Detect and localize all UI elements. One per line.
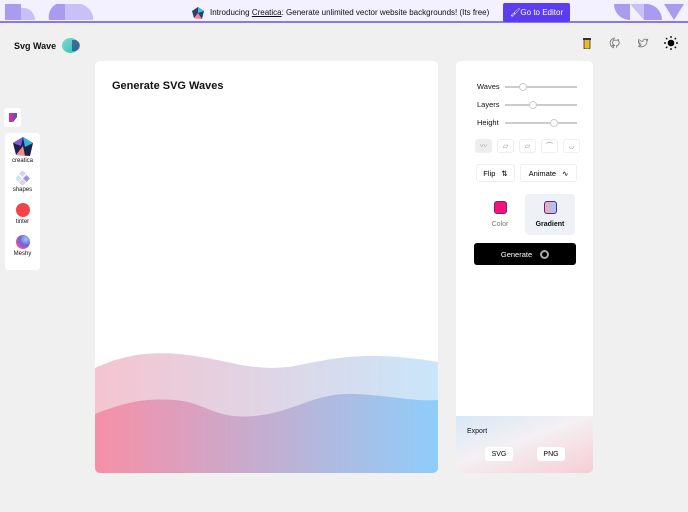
go-to-editor-button[interactable]: 🖌Go to Editor — [503, 3, 571, 22]
generate-icon — [540, 249, 550, 259]
shapes-icon — [15, 171, 30, 185]
decorative-shapes-left — [5, 4, 93, 20]
export-svg-button[interactable]: SVG — [485, 447, 513, 461]
tinter-icon — [15, 203, 30, 217]
app-logo-icon — [62, 38, 81, 53]
export-title: Export — [467, 428, 488, 435]
shape-arch-icon[interactable]: ⌒ — [541, 139, 558, 153]
app-title: Svg Wave — [14, 40, 57, 51]
buy-me-coffee-icon[interactable] — [580, 36, 594, 50]
gradient-mode-button[interactable]: Gradient — [525, 194, 575, 235]
generate-button[interactable]: Generate — [474, 243, 576, 265]
header-actions — [580, 36, 678, 50]
shape-bowl-icon[interactable]: ◡ — [563, 139, 580, 153]
twitter-icon[interactable] — [636, 36, 650, 50]
banner-text: : Generate unlimited vector website back… — [281, 8, 490, 17]
shape-wave-icon[interactable]: 〰 — [475, 139, 492, 153]
slider-thumb[interactable] — [519, 82, 528, 91]
sidebar-item-meshy[interactable]: Meshy — [5, 235, 40, 257]
export-png-button[interactable]: PNG — [537, 447, 565, 461]
flip-button[interactable]: Flip ⇅ — [476, 164, 515, 182]
theme-toggle-icon[interactable] — [664, 36, 678, 50]
sidebar-item-tinter[interactable]: tinter — [5, 203, 40, 225]
banner-intro: Introducing — [210, 8, 252, 17]
shape-skew-right-icon[interactable]: ⏥ — [519, 139, 536, 153]
controls-panel: Waves Layers Height 〰 ⏥ ⏥ ⌒ ◡ Flip ⇅ Anim… — [456, 61, 593, 473]
animate-button[interactable]: Animate ∿ — [520, 164, 577, 182]
height-slider[interactable]: Height — [477, 118, 577, 127]
slider-thumb[interactable] — [528, 100, 537, 109]
sidebar-apps: creatica shapes tinter Meshy — [5, 133, 40, 270]
gradient-swatch — [543, 201, 557, 214]
sidebar-item-label: Meshy — [13, 251, 32, 257]
sidebar-item-label: creatica — [11, 158, 33, 164]
flip-icon: ⇅ — [501, 168, 508, 178]
sidebar-item-shapes[interactable]: shapes — [5, 171, 40, 193]
sidebar-item-creatica[interactable]: creatica — [5, 137, 40, 164]
layers-slider[interactable]: Layers — [477, 100, 577, 109]
waves-slider[interactable]: Waves — [477, 82, 577, 91]
sidebar-toggle[interactable] — [4, 108, 21, 127]
creatica-logo-icon — [192, 6, 204, 19]
decorative-shapes-right — [614, 4, 684, 20]
wave-icon: ∿ — [562, 168, 569, 178]
wave-shape-options: 〰 ⏥ ⏥ ⌒ ◡ — [475, 139, 580, 153]
app-switcher-icon — [8, 113, 17, 122]
sidebar-item-label: shapes — [12, 187, 33, 193]
color-swatch — [493, 201, 507, 214]
wave-preview — [95, 353, 438, 473]
creatica-link[interactable]: Creatica — [252, 8, 282, 17]
github-icon[interactable] — [608, 36, 622, 50]
page-title: Generate SVG Waves — [112, 80, 224, 92]
announcement-banner: Introducing Creatica: Generate unlimited… — [0, 0, 688, 23]
slider-thumb[interactable] — [549, 118, 558, 127]
export-section: Export SVG PNG — [456, 416, 593, 473]
wave-preview-card: Generate SVG Waves — [95, 61, 438, 473]
meshy-icon — [15, 235, 30, 249]
color-mode-button[interactable]: Color — [475, 194, 525, 235]
shape-skew-left-icon[interactable]: ⏥ — [497, 139, 514, 153]
brand[interactable]: Svg Wave — [14, 38, 81, 53]
creatica-icon — [12, 137, 33, 156]
sidebar-item-label: tinter — [15, 219, 30, 225]
banner-message: Introducing Creatica: Generate unlimited… — [192, 3, 571, 22]
